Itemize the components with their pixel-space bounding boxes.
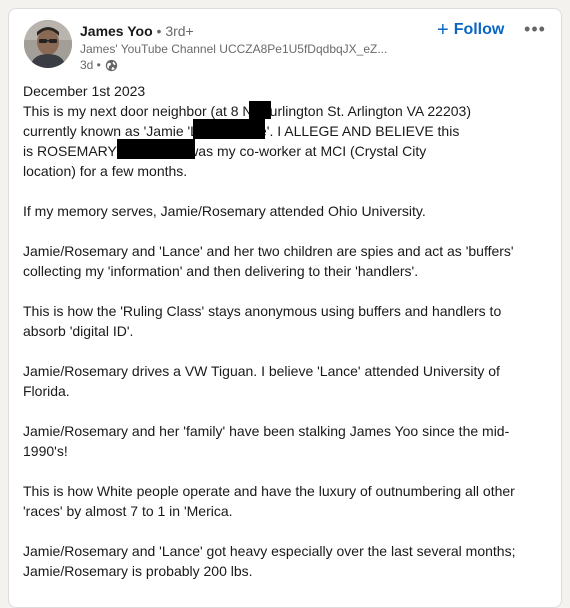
- paragraph-1: December 1st 2023 This is my next door n…: [23, 81, 551, 181]
- post-card: James Yoo • 3rd+ James' YouTube Channel …: [8, 8, 562, 608]
- text-line: Jamie/Rosemary and her 'family' have bee…: [23, 423, 510, 439]
- text-line: 'races' by almost 7 to 1 in 'Merica.: [23, 503, 233, 519]
- text-line: collecting my 'information' and then del…: [23, 263, 419, 279]
- text-line: Jamie/Rosemary and 'Lance' got heavy esp…: [23, 543, 516, 559]
- connection-degree: • 3rd+: [156, 23, 194, 39]
- redaction-bar: [193, 119, 265, 139]
- text-line: Jamie/Rosemary drives a VW Tiguan. I bel…: [23, 363, 500, 379]
- text-line: This is my next door neighbor (at 8 N. B…: [23, 103, 471, 119]
- text-line: If my memory serves, Jamie/Rosemary atte…: [23, 203, 426, 219]
- paragraph-5: Jamie/Rosemary drives a VW Tiguan. I bel…: [23, 361, 551, 401]
- text-line: Jamie/Rosemary is probably 200 lbs.: [23, 563, 253, 579]
- text-line: 1990's!: [23, 443, 68, 459]
- post-time: 3d •: [80, 58, 101, 72]
- follow-label: Follow: [453, 21, 505, 38]
- ellipsis-icon[interactable]: •••: [522, 18, 548, 40]
- paragraph-3: Jamie/Rosemary and 'Lance' and her two c…: [23, 241, 551, 281]
- paragraph-7: This is how White people operate and hav…: [23, 481, 551, 521]
- text-line: absorb 'digital ID'.: [23, 323, 134, 339]
- post-body: December 1st 2023 This is my next door n…: [23, 81, 551, 601]
- text-line: This is how White people operate and hav…: [23, 483, 515, 499]
- plus-icon: +: [437, 19, 449, 41]
- text-line: location) for a few months.: [23, 163, 188, 179]
- post-meta: 3d •: [80, 58, 118, 72]
- text-line: is ROSEMARY Rosemary was my co-worker at…: [23, 143, 427, 159]
- author-name[interactable]: James Yoo: [80, 23, 153, 39]
- text-line: Florida.: [23, 383, 70, 399]
- text-line: Jamie/Rosemary and 'Lance' and her two c…: [23, 243, 514, 259]
- paragraph-6: Jamie/Rosemary and her 'family' have bee…: [23, 421, 551, 461]
- follow-button[interactable]: + Follow: [437, 18, 504, 42]
- text-line: This is how the 'Ruling Class' stays ano…: [23, 303, 502, 319]
- paragraph-2: If my memory serves, Jamie/Rosemary atte…: [23, 201, 551, 221]
- paragraph-8: Jamie/Rosemary and 'Lance' got heavy esp…: [23, 541, 551, 581]
- redaction-bar: [249, 101, 271, 119]
- author-headline: James' YouTube Channel UCCZA8Pe1U5fDqdbq…: [80, 42, 388, 56]
- author-line: James Yoo • 3rd+: [80, 22, 194, 40]
- text-line: currently known as 'Jamie 'Lance's wife'…: [23, 123, 460, 139]
- post-header: James Yoo • 3rd+ James' YouTube Channel …: [9, 9, 561, 81]
- redaction-bar: [117, 139, 195, 159]
- text-line: December 1st 2023: [23, 83, 146, 99]
- globe-icon: [105, 59, 118, 72]
- paragraph-4: This is how the 'Ruling Class' stays ano…: [23, 301, 551, 341]
- avatar[interactable]: [24, 20, 72, 68]
- avatar-photo: [24, 20, 72, 68]
